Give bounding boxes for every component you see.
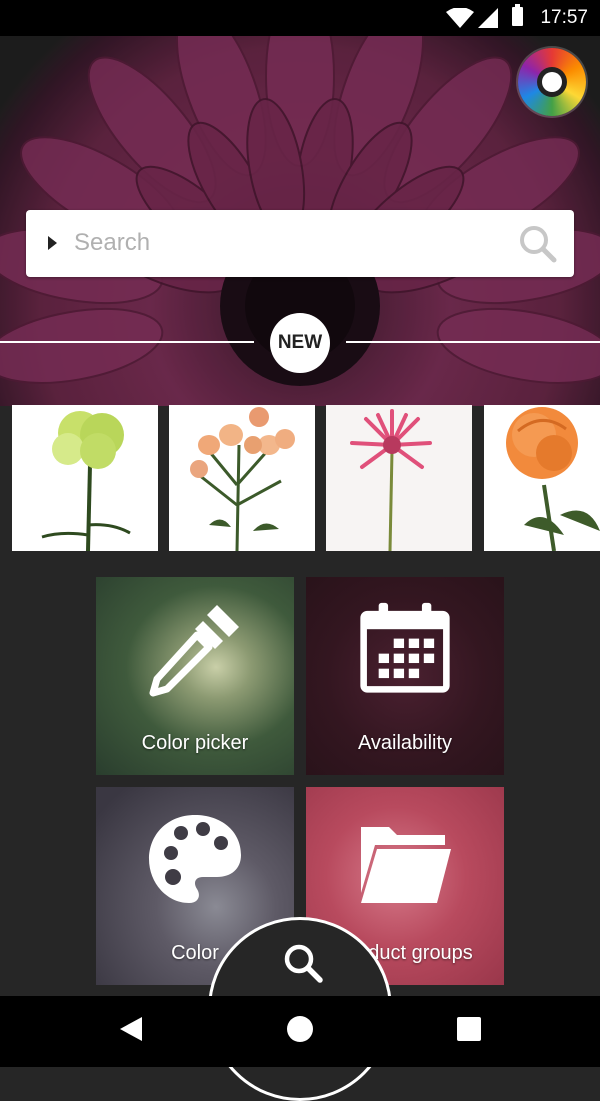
search-input[interactable]: Search [74, 229, 150, 257]
product-card-orange-rose[interactable] [484, 405, 600, 551]
recents-icon[interactable] [457, 1017, 481, 1041]
eyedropper-icon [149, 605, 239, 697]
search-icon [284, 944, 323, 983]
tile-availability[interactable]: Availability [306, 577, 504, 775]
status-time: 17:57 [540, 7, 588, 28]
product-card-peach-spray-rose[interactable] [169, 405, 315, 551]
palette-icon [149, 815, 241, 903]
product-card-pink-gerbera[interactable] [326, 405, 472, 551]
flower-logo-icon[interactable] [518, 48, 586, 116]
signal-icon [478, 8, 498, 28]
new-products-strip[interactable] [0, 405, 600, 551]
divider-right [346, 341, 600, 343]
peach-spray-rose-image [169, 405, 315, 551]
tile-color-picker-label: Color picker [141, 732, 249, 754]
new-badge: NEW [270, 313, 330, 373]
status-bar: 17:57 [0, 0, 600, 36]
home-icon[interactable] [287, 1016, 313, 1042]
divider-left [0, 341, 254, 343]
battery-icon [512, 4, 523, 26]
search-expand-arrow-icon[interactable] [48, 236, 57, 250]
orange-rose-image [484, 405, 600, 551]
search-icon[interactable] [518, 224, 558, 264]
search-bar[interactable]: Search [26, 210, 574, 277]
pink-gerbera-image [326, 405, 472, 551]
back-icon[interactable] [120, 1017, 142, 1041]
tile-color-picker[interactable]: Color picker [96, 577, 294, 775]
green-carnation-image [12, 405, 158, 551]
tile-availability-label: Availability [357, 732, 453, 754]
wifi-icon [446, 8, 474, 28]
calendar-icon [360, 602, 450, 693]
system-nav-bar [0, 996, 600, 1067]
product-card-green-carnation[interactable] [12, 405, 158, 551]
folder-icon [361, 827, 451, 903]
